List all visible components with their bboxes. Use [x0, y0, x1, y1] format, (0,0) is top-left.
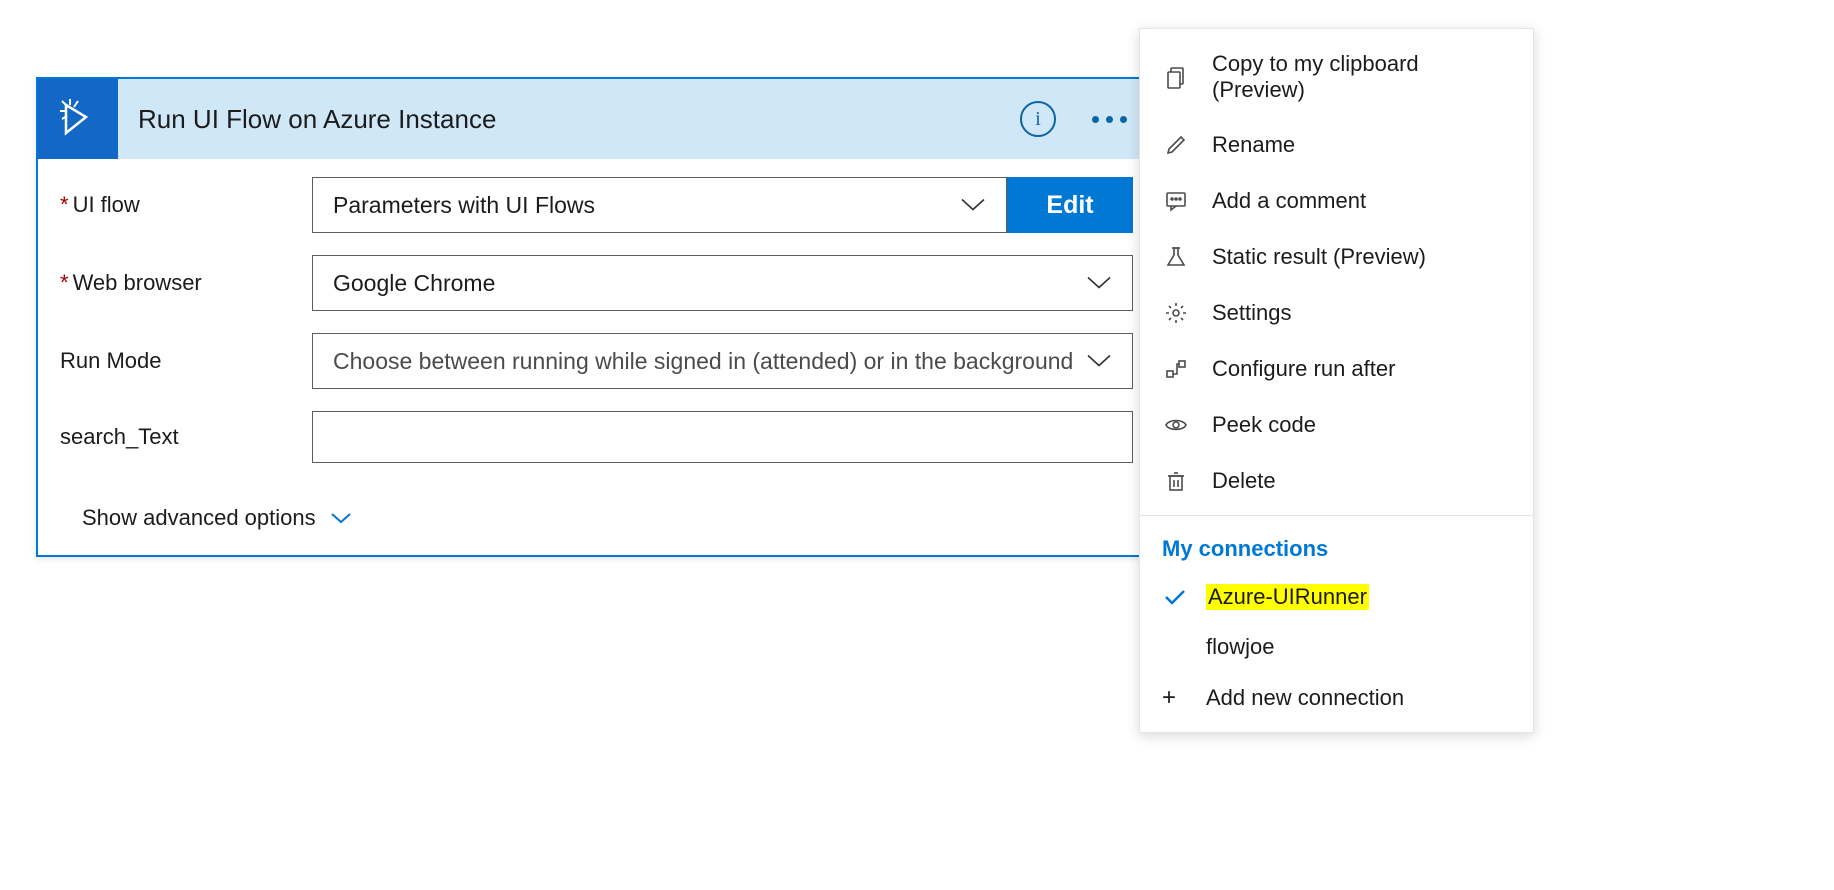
uiflow-select[interactable]: Parameters with UI Flows: [312, 177, 1007, 233]
chevron-down-icon: [1086, 270, 1112, 297]
label-searchtext: search_Text: [60, 424, 312, 450]
label-browser: Web browser: [60, 270, 312, 296]
connection-flowjoe[interactable]: flowjoe: [1140, 622, 1533, 672]
menu-rename[interactable]: Rename: [1140, 117, 1533, 173]
pencil-icon: [1162, 131, 1190, 159]
uiflow-icon: [38, 79, 118, 159]
runmode-select[interactable]: Choose between running while signed in (…: [312, 333, 1133, 389]
menu-label: Add a comment: [1212, 188, 1366, 214]
label-uiflow: UI flow: [60, 192, 312, 218]
menu-copy-clipboard[interactable]: Copy to my clipboard (Preview): [1140, 37, 1533, 117]
form-row-browser: Web browser Google Chrome: [60, 255, 1133, 311]
connection-label: flowjoe: [1206, 634, 1274, 660]
add-new-connection[interactable]: + Add new connection: [1140, 672, 1533, 724]
menu-label: Settings: [1212, 300, 1292, 326]
gear-icon: [1162, 299, 1190, 327]
comment-icon: [1162, 187, 1190, 215]
menu-label: Static result (Preview): [1212, 244, 1426, 270]
clipboard-icon: [1162, 63, 1190, 91]
menu-static-result[interactable]: Static result (Preview): [1140, 229, 1533, 285]
card-title[interactable]: Run UI Flow on Azure Instance: [138, 104, 1020, 135]
card-header[interactable]: Run UI Flow on Azure Instance i: [38, 79, 1155, 159]
show-advanced-options[interactable]: Show advanced options: [82, 505, 1133, 531]
context-menu: Copy to my clipboard (Preview) Rename Ad…: [1139, 28, 1534, 733]
menu-label: Peek code: [1212, 412, 1316, 438]
check-placeholder: [1162, 634, 1188, 660]
menu-add-comment[interactable]: Add a comment: [1140, 173, 1533, 229]
menu-delete[interactable]: Delete: [1140, 453, 1533, 509]
menu-label: Copy to my clipboard (Preview): [1212, 51, 1511, 103]
runmode-placeholder: Choose between running while signed in (…: [333, 348, 1073, 375]
connection-label: Azure-UIRunner: [1206, 584, 1369, 610]
chevron-down-icon: [330, 505, 352, 531]
connections-title: My connections: [1140, 522, 1533, 572]
form-row-searchtext: search_Text: [60, 411, 1133, 463]
menu-label: Configure run after: [1212, 356, 1395, 382]
check-icon: [1162, 584, 1188, 610]
menu-settings[interactable]: Settings: [1140, 285, 1533, 341]
advanced-label: Show advanced options: [82, 505, 316, 531]
label-runmode: Run Mode: [60, 348, 312, 374]
edit-button[interactable]: Edit: [1007, 177, 1133, 233]
flow-icon: [1162, 355, 1190, 383]
chevron-down-icon: [1086, 348, 1112, 375]
menu-peek-code[interactable]: Peek code: [1140, 397, 1533, 453]
menu-configure-run-after[interactable]: Configure run after: [1140, 341, 1533, 397]
card-body: UI flow Parameters with UI Flows Edit We…: [38, 159, 1155, 555]
browser-select[interactable]: Google Chrome: [312, 255, 1133, 311]
flask-icon: [1162, 243, 1190, 271]
searchtext-input[interactable]: [312, 411, 1133, 463]
browser-value: Google Chrome: [333, 270, 495, 297]
action-card: Run UI Flow on Azure Instance i UI flow …: [36, 77, 1157, 557]
plus-icon: +: [1162, 684, 1188, 712]
uiflow-value: Parameters with UI Flows: [333, 192, 595, 219]
add-connection-label: Add new connection: [1206, 685, 1404, 711]
connection-azure-uirunner[interactable]: Azure-UIRunner: [1140, 572, 1533, 622]
form-row-runmode: Run Mode Choose between running while si…: [60, 333, 1133, 389]
more-actions-button[interactable]: [1084, 108, 1135, 131]
menu-label: Rename: [1212, 132, 1295, 158]
chevron-down-icon: [960, 192, 986, 219]
trash-icon: [1162, 467, 1190, 495]
eye-icon: [1162, 411, 1190, 439]
menu-divider: [1140, 515, 1533, 516]
form-row-uiflow: UI flow Parameters with UI Flows Edit: [60, 177, 1133, 233]
menu-label: Delete: [1212, 468, 1276, 494]
info-icon[interactable]: i: [1020, 101, 1056, 137]
